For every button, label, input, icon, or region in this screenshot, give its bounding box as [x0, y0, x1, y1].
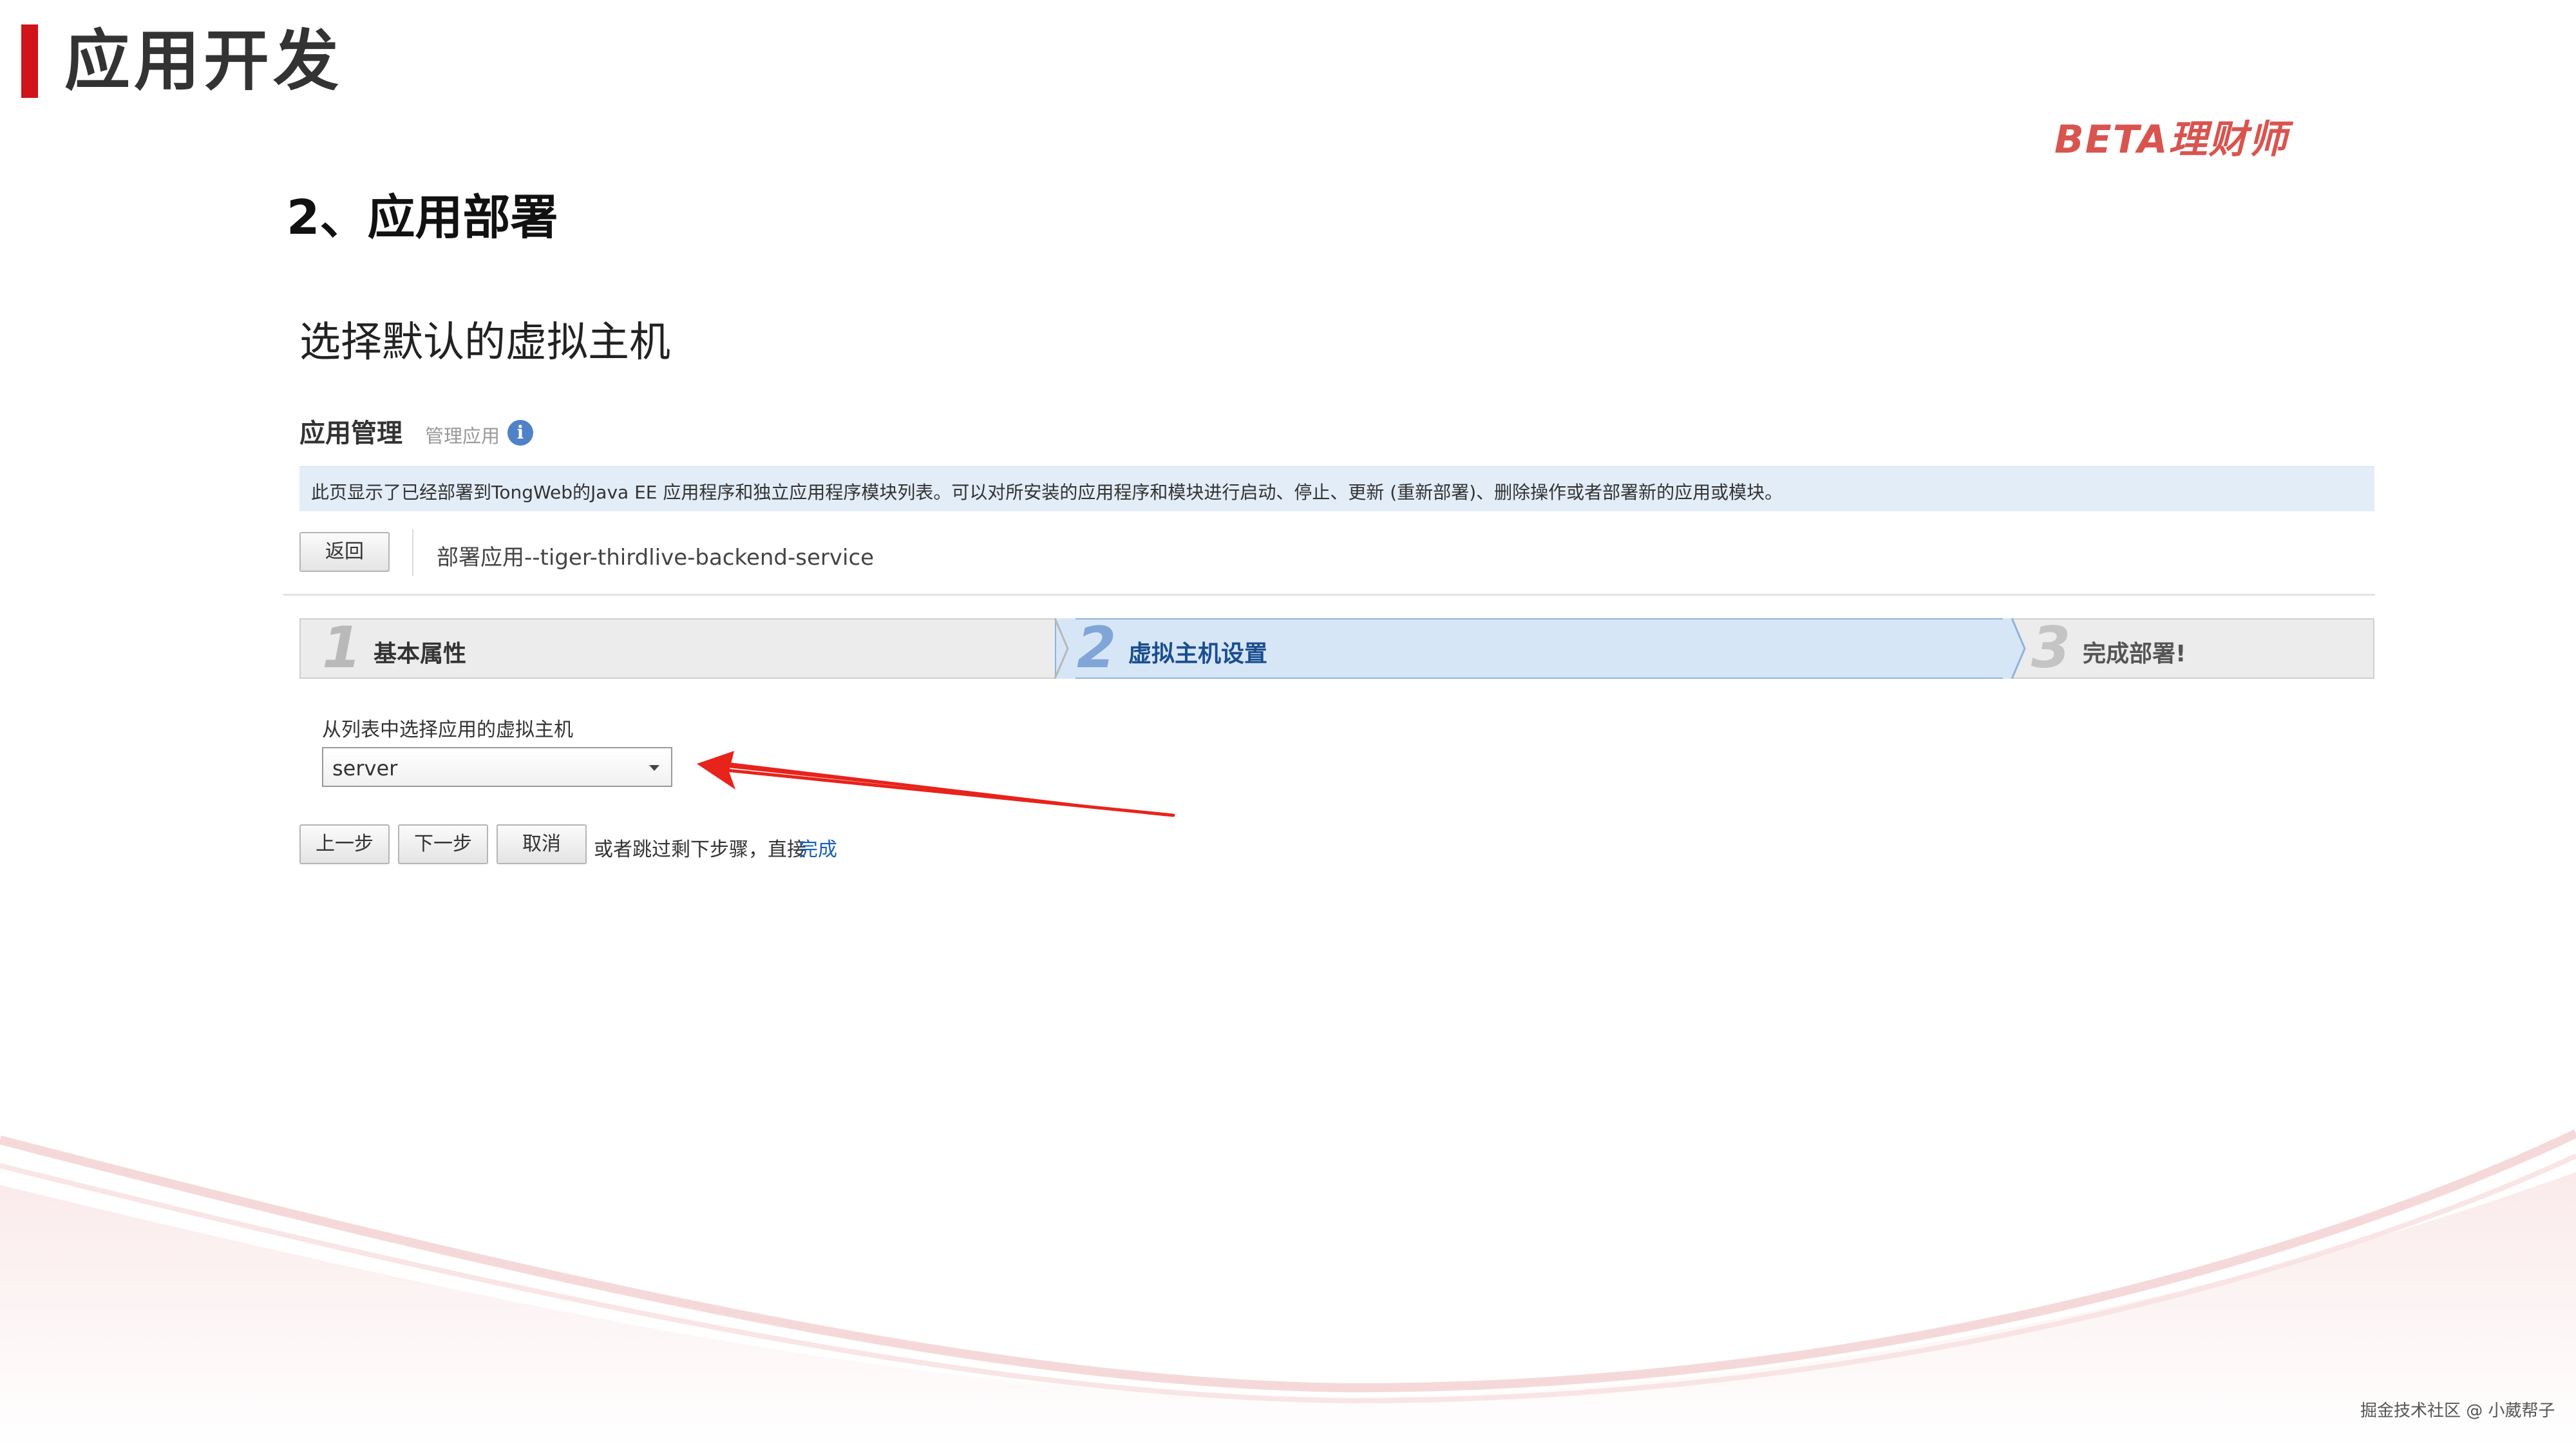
chevron-down-icon [649, 765, 659, 771]
background-wave [0, 1129, 2576, 1449]
toolbar-divider [412, 529, 413, 576]
info-icon[interactable]: i [507, 420, 533, 446]
next-step-button[interactable]: 下一步 [398, 824, 488, 864]
step-number: 3 [2031, 614, 2071, 681]
wizard-step-3[interactable]: 3 完成部署! [2031, 618, 2353, 679]
info-banner-text: 此页显示了已经部署到TongWeb的Java EE 应用程序和独立应用程序模块列… [311, 482, 1783, 503]
section-title: 2、应用部署 [287, 190, 558, 245]
app-management-heading: 应用管理 [299, 419, 402, 448]
manage-apps-subheading: 管理应用 [425, 425, 500, 447]
slide-title: 应用开发 [64, 23, 343, 100]
step-label: 完成部署! [2083, 641, 2186, 667]
info-banner: 此页显示了已经部署到TongWeb的Java EE 应用程序和独立应用程序模块列… [299, 466, 2374, 511]
selected-value: server [332, 756, 398, 781]
finish-link[interactable]: 完成 [799, 833, 837, 862]
step-number: 2 [1077, 614, 1117, 681]
brand-logo: BETA理财师 [2054, 117, 2289, 162]
section-divider [283, 594, 2375, 596]
slide-subtitle: 选择默认的虚拟主机 [299, 319, 670, 366]
step-number: 1 [322, 614, 362, 681]
previous-step-button[interactable]: 上一步 [299, 824, 390, 864]
wizard-step-1[interactable]: 1 基本属性 [322, 618, 1030, 679]
cancel-button[interactable]: 取消 [497, 824, 587, 864]
title-accent-bar [21, 24, 38, 98]
watermark: 掘金技术社区 @ 小葳帮子 [2360, 1401, 2555, 1421]
virtual-host-select[interactable]: server [322, 747, 672, 787]
virtual-host-label: 从列表中选择应用的虚拟主机 [322, 719, 573, 741]
step-label: 虚拟主机设置 [1128, 641, 1268, 667]
wizard-step-2[interactable]: 2 虚拟主机设置 [1077, 618, 1978, 679]
back-button[interactable]: 返回 [299, 532, 390, 572]
breadcrumb: 部署应用--tiger-thirdlive-backend-service [437, 545, 875, 571]
step-chevron-1 [1054, 618, 1075, 679]
step-label: 基本属性 [374, 641, 467, 667]
skip-steps-text: 或者跳过剩下步骤，直接 [594, 838, 806, 861]
